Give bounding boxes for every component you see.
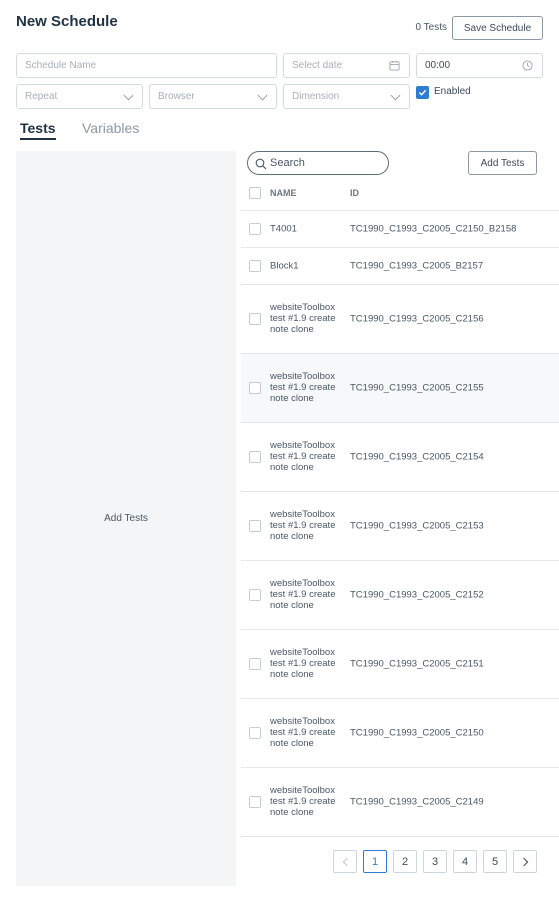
row-checkbox[interactable]	[249, 658, 261, 670]
tab-variables[interactable]: Variables	[82, 120, 139, 136]
row-checkbox[interactable]	[249, 313, 261, 325]
add-tests-panel-label: Add Tests	[104, 513, 148, 524]
table-row[interactable]: websiteToolbox test #1.9 create note clo…	[241, 492, 559, 561]
dimension-placeholder: Dimension	[292, 91, 340, 102]
row-name: websiteToolbox test #1.9 create note clo…	[270, 785, 336, 819]
row-checkbox[interactable]	[249, 589, 261, 601]
page-title: New Schedule	[16, 13, 118, 30]
row-id: TC1990_C1993_C2005_C2155	[350, 382, 484, 394]
row-id: TC1990_C1993_C2005_C2154	[350, 451, 484, 463]
row-name: websiteToolbox test #1.9 create note clo…	[270, 509, 336, 543]
schedule-name-input[interactable]: Schedule Name	[16, 53, 277, 78]
time-value: 00:00	[425, 60, 451, 71]
row-id: TC1990_C1993_C2005_C2152	[350, 589, 484, 601]
search-placeholder: Search	[270, 157, 305, 169]
date-picker-input[interactable]: Select date	[283, 53, 410, 78]
next-page-button[interactable]	[513, 850, 537, 873]
schedule-name-placeholder: Schedule Name	[25, 60, 97, 71]
browser-select[interactable]: Browser	[149, 84, 277, 109]
row-name: websiteToolbox test #1.9 create note clo…	[270, 716, 336, 750]
row-id: TC1990_C1993_C2005_C2151	[350, 658, 484, 670]
table-row[interactable]: websiteToolbox test #1.9 create note clo…	[241, 561, 559, 630]
checkmark-icon	[418, 89, 427, 96]
chevron-left-icon	[342, 857, 351, 866]
row-checkbox[interactable]	[249, 451, 261, 463]
test-count-label: 0 Tests	[415, 22, 448, 33]
column-header-id: ID	[350, 188, 359, 198]
repeat-placeholder: Repeat	[25, 91, 58, 102]
pagination: 12345	[333, 850, 537, 873]
enabled-label: Enabled	[434, 86, 471, 97]
page-button[interactable]: 4	[453, 850, 477, 873]
table-row[interactable]: Block1 TC1990_C1993_C2005_B2157	[241, 248, 559, 285]
dimension-select[interactable]: Dimension	[283, 84, 410, 109]
row-checkbox[interactable]	[249, 520, 261, 532]
page-button[interactable]: 2	[393, 850, 417, 873]
enabled-checkbox[interactable]	[416, 86, 429, 99]
row-id: TC1990_C1993_C2005_C2156	[350, 313, 484, 325]
table-row[interactable]: T4001 TC1990_C1993_C2005_C2150_B2158	[241, 211, 559, 248]
row-checkbox[interactable]	[249, 727, 261, 739]
row-id: TC1990_C1993_C2005_C2150	[350, 727, 484, 739]
repeat-select[interactable]: Repeat	[16, 84, 143, 109]
row-name: T4001	[270, 223, 297, 235]
chevron-down-icon	[257, 90, 268, 101]
add-tests-button[interactable]: Add Tests	[468, 151, 537, 175]
chevron-down-icon	[390, 90, 401, 101]
row-name: websiteToolbox test #1.9 create note clo…	[270, 578, 336, 612]
row-name: websiteToolbox test #1.9 create note clo…	[270, 440, 336, 474]
tests-table-body: T4001 TC1990_C1993_C2005_C2150_B2158 Block…	[241, 211, 559, 837]
row-name: Block1	[270, 260, 299, 272]
row-name: websiteToolbox test #1.9 create note clo…	[270, 371, 336, 405]
table-header: NAME ID	[241, 179, 559, 211]
table-row[interactable]: websiteToolbox test #1.9 create note clo…	[241, 423, 559, 492]
save-schedule-button[interactable]: Save Schedule	[452, 16, 543, 40]
chevron-down-icon	[123, 90, 134, 101]
row-checkbox[interactable]	[249, 796, 261, 808]
prev-page-button[interactable]	[333, 850, 357, 873]
row-checkbox[interactable]	[249, 382, 261, 394]
row-id: TC1990_C1993_C2005_B2157	[350, 260, 484, 272]
table-row[interactable]: websiteToolbox test #1.9 create note clo…	[241, 285, 559, 354]
browser-placeholder: Browser	[158, 91, 195, 102]
table-row[interactable]: websiteToolbox test #1.9 create note clo…	[241, 354, 559, 423]
calendar-icon	[389, 60, 400, 71]
table-row[interactable]: websiteToolbox test #1.9 create note clo…	[241, 699, 559, 768]
page-button[interactable]: 1	[363, 850, 387, 873]
row-checkbox[interactable]	[249, 223, 261, 235]
add-tests-panel[interactable]: Add Tests	[16, 151, 236, 886]
chevron-right-icon	[519, 857, 528, 866]
table-row[interactable]: websiteToolbox test #1.9 create note clo…	[241, 768, 559, 837]
tab-tests[interactable]: Tests	[20, 120, 56, 140]
row-id: TC1990_C1993_C2005_C2153	[350, 520, 484, 532]
page-button[interactable]: 5	[483, 850, 507, 873]
page-button[interactable]: 3	[423, 850, 447, 873]
row-id: TC1990_C1993_C2005_C2150_B2158	[350, 223, 517, 235]
select-all-checkbox[interactable]	[249, 187, 261, 199]
table-row[interactable]: websiteToolbox test #1.9 create note clo…	[241, 630, 559, 699]
date-placeholder: Select date	[292, 60, 343, 71]
row-id: TC1990_C1993_C2005_C2149	[350, 796, 484, 808]
row-name: websiteToolbox test #1.9 create note clo…	[270, 302, 336, 336]
search-icon	[255, 158, 267, 170]
row-name: websiteToolbox test #1.9 create note clo…	[270, 647, 336, 681]
clock-icon	[522, 60, 533, 71]
search-input[interactable]: Search	[247, 151, 389, 175]
time-input[interactable]: 00:00	[416, 53, 543, 78]
column-header-name: NAME	[270, 188, 297, 198]
row-checkbox[interactable]	[249, 260, 261, 272]
